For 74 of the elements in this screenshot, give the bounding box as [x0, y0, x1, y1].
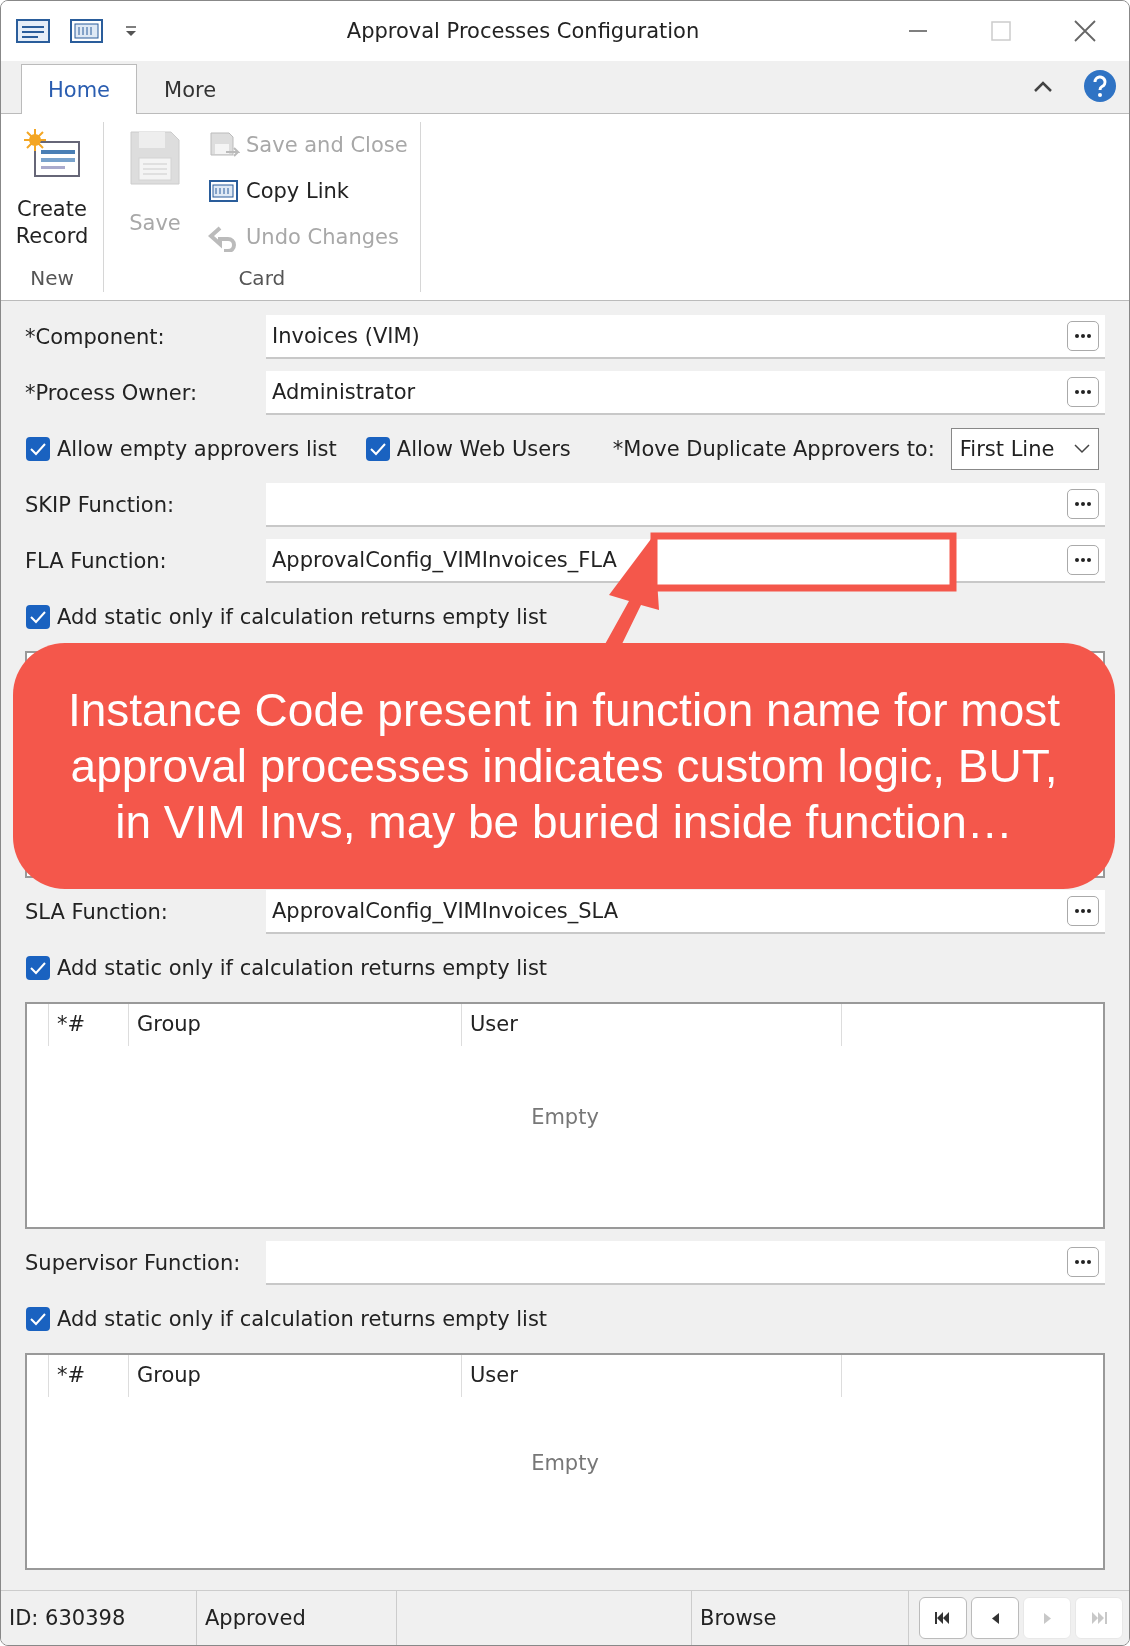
- field-label: FLA Function:: [25, 549, 168, 573]
- ellipsis-icon: [1074, 557, 1092, 563]
- document-icon[interactable]: [15, 18, 51, 44]
- checkbox-label: Add static only if calculation returns empty list: [57, 1307, 548, 1331]
- ellipsis-icon: [1074, 1259, 1092, 1265]
- text-field-icon: [208, 177, 240, 205]
- field-label: Supervisor Function:: [25, 1251, 242, 1275]
- help-icon[interactable]: [1083, 69, 1117, 103]
- dropdown[interactable]: First Line: [950, 428, 1100, 470]
- checkbox-label: Add static only if calculation returns empty list: [57, 605, 548, 629]
- empty-message: Empty: [531, 1450, 599, 1475]
- browse-button[interactable]: [1067, 377, 1099, 407]
- callout-note: Instance Code present in function name for most approval processes indicates custom logic, BUT, in VIM Invs, may be buried inside function…: [13, 643, 1115, 889]
- close-icon[interactable]: [1073, 19, 1097, 43]
- status-text: Approved: [205, 1606, 306, 1630]
- column-header[interactable]: *#: [49, 1004, 129, 1046]
- text-field-icon[interactable]: [69, 17, 105, 45]
- field-value: ApprovalConfig_VIMInvoices_SLA: [272, 899, 619, 923]
- column-header[interactable]: User: [462, 1004, 842, 1046]
- group-label: New: [29, 266, 75, 292]
- card-icon: [23, 128, 81, 180]
- browse-button[interactable]: [1067, 489, 1099, 519]
- browse-button[interactable]: [1067, 321, 1099, 351]
- text-field[interactable]: [266, 1241, 1105, 1285]
- ellipsis-icon: [1074, 908, 1092, 914]
- dropdown-icon[interactable]: [123, 23, 139, 39]
- last-icon: [1091, 1612, 1107, 1624]
- window-title: Approval Processes Configuration: [345, 19, 701, 43]
- checkbox[interactable]: [25, 955, 51, 981]
- checkbox-label: Add static only if calculation returns empty list: [57, 956, 548, 980]
- checkbox[interactable]: [25, 436, 51, 462]
- column-header[interactable]: Group: [129, 1355, 462, 1397]
- checkbox-label: Allow empty approvers list: [57, 437, 337, 461]
- ribbon-tab[interactable]: Home: [21, 64, 137, 114]
- field-value: Invoices (VIM): [272, 324, 420, 348]
- ellipsis-icon: [1074, 389, 1092, 395]
- field-label: *Component:: [25, 325, 166, 349]
- browse-button[interactable]: [1067, 1247, 1099, 1277]
- ellipsis-icon: [1074, 333, 1092, 339]
- dropdown-value: First Line: [959, 437, 1055, 461]
- browse-button[interactable]: [1067, 896, 1099, 926]
- field-value: ApprovalConfig_VIMInvoices_FLA: [272, 548, 617, 572]
- navigation-button[interactable]: [919, 1597, 967, 1639]
- checkbox-label: Allow Web Users: [396, 437, 571, 461]
- text-field[interactable]: Invoices (VIM): [266, 315, 1105, 359]
- ribbon-button[interactable]: Create Record: [11, 124, 93, 266]
- empty-message: Empty: [531, 1104, 599, 1129]
- previous-icon: [991, 1612, 999, 1624]
- field-label: SKIP Function:: [25, 493, 176, 517]
- text-field[interactable]: ApprovalConfig_VIMInvoices_SLA: [266, 890, 1105, 934]
- column-header[interactable]: Group: [129, 1004, 462, 1046]
- field-label: SLA Function:: [25, 900, 169, 924]
- collapse-icon[interactable]: [1033, 79, 1053, 93]
- status-text: Browse: [700, 1606, 777, 1630]
- checkbox[interactable]: [25, 1306, 51, 1332]
- next-icon: [1043, 1612, 1051, 1624]
- ribbon-button[interactable]: Copy Link: [206, 170, 410, 212]
- maximize-icon: [991, 21, 1011, 41]
- field-value: Administrator: [272, 380, 416, 404]
- chevron-down-icon: [1074, 444, 1091, 454]
- column-header[interactable]: User: [462, 1355, 842, 1397]
- text-field[interactable]: Administrator: [266, 371, 1105, 415]
- checkbox[interactable]: [364, 436, 391, 462]
- field-label: *Process Owner:: [25, 381, 199, 405]
- ellipsis-icon: [1074, 501, 1092, 507]
- checkbox[interactable]: [25, 604, 51, 630]
- group-label: Card: [237, 266, 287, 292]
- text-field[interactable]: [266, 483, 1105, 527]
- browse-button[interactable]: [1067, 545, 1099, 575]
- dropdown-label: *Move Duplicate Approvers to:: [612, 437, 935, 461]
- column-header[interactable]: *#: [49, 1355, 129, 1397]
- status-text: ID: 630398: [9, 1606, 126, 1630]
- ribbon-tab[interactable]: More: [137, 64, 244, 114]
- first-icon: [934, 1612, 952, 1624]
